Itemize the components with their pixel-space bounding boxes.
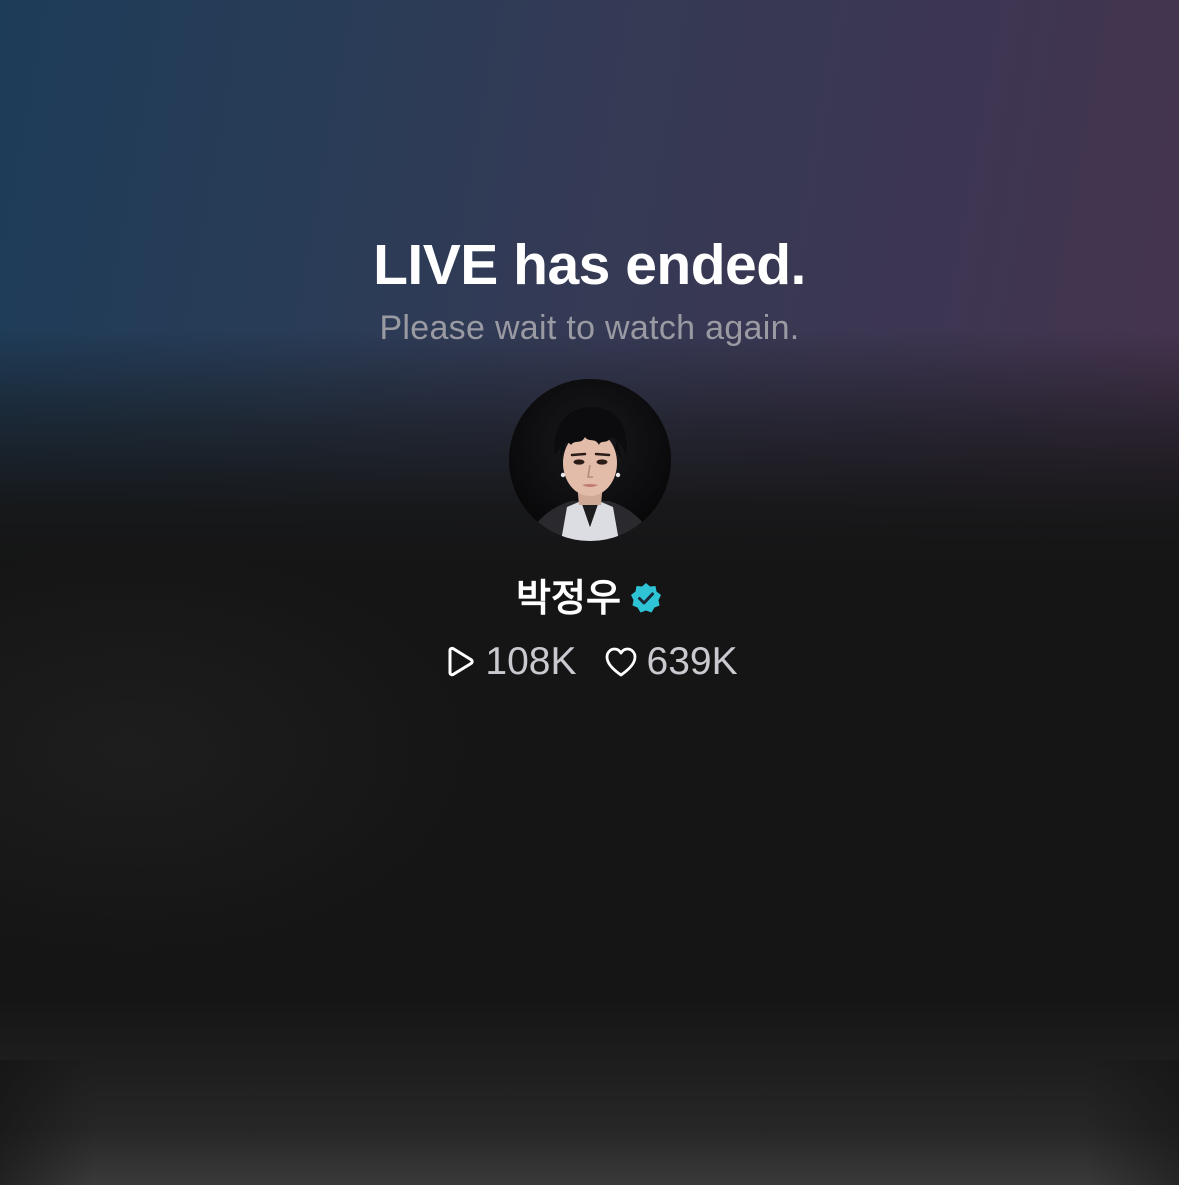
verified-badge-icon	[630, 583, 661, 613]
likes-count: 639K	[646, 640, 738, 683]
live-ended-title: LIVE has ended.	[373, 233, 806, 297]
live-ended-subtitle: Please wait to watch again.	[379, 309, 800, 347]
profile-name-row[interactable]: 박정우	[0, 574, 1179, 622]
stats-row: 108K 639K	[0, 638, 1179, 686]
profile-name[interactable]: 박정우	[516, 574, 621, 622]
play-icon	[448, 646, 475, 677]
plays-count: 108K	[485, 640, 577, 683]
avatar[interactable]	[509, 379, 671, 541]
live-ended-content: LIVE has ended. Please wait to watch aga…	[0, 0, 1179, 1185]
plays-stat: 108K	[441, 638, 577, 686]
live-ended-screen: LIVE has ended. Please wait to watch aga…	[0, 0, 1179, 1185]
heart-icon	[605, 647, 636, 677]
likes-stat: 639K	[603, 638, 738, 686]
profile-photo-icon	[509, 379, 671, 541]
